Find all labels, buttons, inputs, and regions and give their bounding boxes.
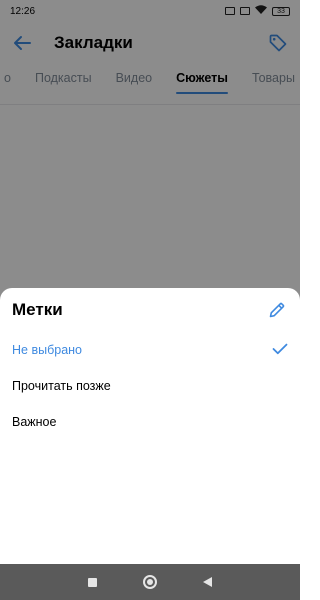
option-not-selected[interactable]: Не выбрано [0, 332, 300, 368]
sheet-header: Метки [0, 288, 300, 332]
square-icon[interactable] [88, 577, 97, 587]
option-important[interactable]: Важное [0, 404, 300, 440]
checkmark-icon [272, 343, 288, 358]
option-label: Важное [12, 415, 57, 429]
sheet-title: Метки [12, 300, 63, 319]
pencil-icon[interactable] [266, 299, 288, 321]
label-options: Не выбрано Прочитать позже Важное [0, 332, 300, 440]
labels-bottom-sheet: Метки Не выбрано Прочитать позже Важное [0, 288, 300, 564]
option-label: Не выбрано [12, 343, 82, 357]
circle-inner [147, 579, 153, 585]
circle-icon[interactable] [143, 575, 157, 589]
option-read-later[interactable]: Прочитать позже [0, 368, 300, 404]
triangle-back-icon[interactable] [203, 577, 212, 587]
screen: 12:26 33 Закладки о Подкасты Видео Сюжет… [0, 0, 300, 600]
system-nav-bar [0, 564, 300, 600]
option-label: Прочитать позже [12, 379, 111, 393]
